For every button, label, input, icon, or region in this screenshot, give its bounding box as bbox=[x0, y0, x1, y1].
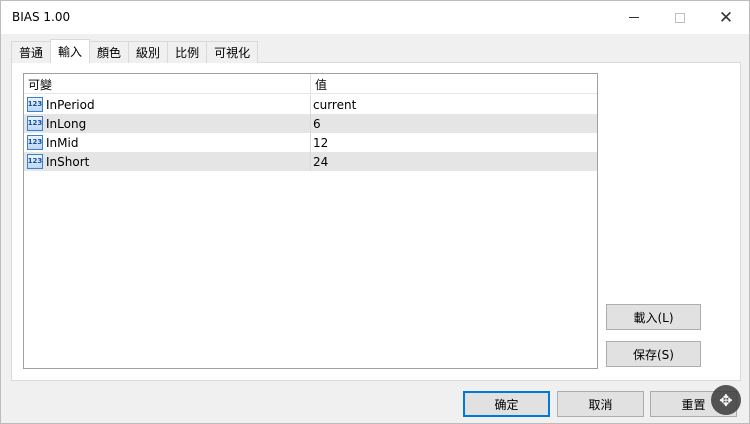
value-cell[interactable]: 12 bbox=[311, 133, 597, 152]
variable-name: InLong bbox=[46, 116, 87, 131]
dialog-window: BIAS 1.00 ✕ 普通 輸入 顏色 級別 比例 可視化 可變 值 123 … bbox=[0, 0, 750, 424]
integer-type-icon: 123 bbox=[27, 154, 43, 169]
variable-name: InMid bbox=[46, 135, 79, 150]
tab-visualization[interactable]: 可視化 bbox=[206, 41, 259, 63]
variable-cell: 123 InLong bbox=[24, 114, 311, 133]
window-title: BIAS 1.00 bbox=[12, 10, 71, 24]
integer-type-icon: 123 bbox=[27, 97, 43, 112]
close-button[interactable]: ✕ bbox=[703, 1, 749, 34]
column-header-value[interactable]: 值 bbox=[311, 74, 597, 94]
inputs-grid: 可變 值 123 InPeriod current 123 InLong 6 1… bbox=[23, 73, 598, 369]
integer-type-icon: 123 bbox=[27, 116, 43, 131]
maximize-icon bbox=[675, 12, 685, 23]
minimize-icon bbox=[629, 17, 639, 18]
integer-type-icon: 123 bbox=[27, 135, 43, 150]
maximize-button[interactable] bbox=[657, 1, 703, 34]
variable-cell: 123 InMid bbox=[24, 133, 311, 152]
minimize-button[interactable] bbox=[611, 1, 657, 34]
tab-inputs[interactable]: 輸入 bbox=[50, 39, 91, 63]
save-button[interactable]: 保存(S) bbox=[606, 341, 701, 367]
close-icon: ✕ bbox=[718, 7, 734, 28]
tab-scale[interactable]: 比例 bbox=[167, 41, 208, 63]
tab-common[interactable]: 普通 bbox=[11, 41, 52, 63]
table-row[interactable]: 123 InMid 12 bbox=[24, 133, 597, 152]
value-cell[interactable]: current bbox=[311, 95, 597, 114]
table-row[interactable]: 123 InPeriod current bbox=[24, 95, 597, 114]
title-bar[interactable]: BIAS 1.00 ✕ bbox=[1, 1, 749, 34]
value-cell[interactable]: 6 bbox=[311, 114, 597, 133]
tab-levels[interactable]: 級別 bbox=[128, 41, 169, 63]
variable-name: InPeriod bbox=[46, 97, 95, 112]
table-row[interactable]: 123 InLong 6 bbox=[24, 114, 597, 133]
variable-name: InShort bbox=[46, 154, 90, 169]
grid-header: 可變 值 bbox=[24, 74, 597, 94]
ok-button[interactable]: 确定 bbox=[463, 391, 550, 417]
variable-cell: 123 InShort bbox=[24, 152, 311, 171]
tab-strip: 普通 輸入 顏色 級別 比例 可視化 bbox=[11, 39, 259, 63]
variable-cell: 123 InPeriod bbox=[24, 95, 311, 114]
load-button[interactable]: 載入(L) bbox=[606, 304, 701, 330]
value-cell[interactable]: 24 bbox=[311, 152, 597, 171]
tab-colors[interactable]: 顏色 bbox=[89, 41, 130, 63]
table-row[interactable]: 123 InShort 24 bbox=[24, 152, 597, 171]
cancel-button[interactable]: 取消 bbox=[557, 391, 644, 417]
zoom-move-icon[interactable]: ✥ bbox=[711, 385, 741, 415]
column-header-variable[interactable]: 可變 bbox=[24, 74, 311, 94]
